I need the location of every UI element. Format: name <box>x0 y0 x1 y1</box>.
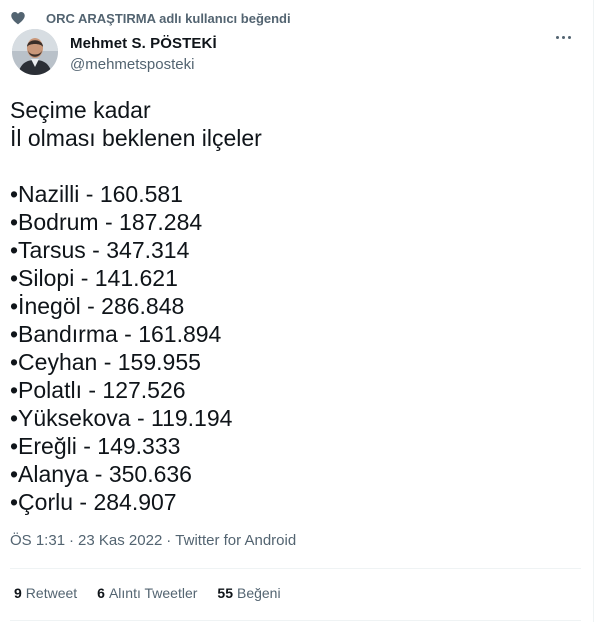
quote-count-link[interactable]: 6 Alıntı Tweetler <box>97 585 197 601</box>
quote-label: Alıntı Tweetler <box>108 585 198 601</box>
tweet-time[interactable]: ÖS 1:31 <box>10 532 65 549</box>
social-context[interactable]: ORC ARAŞTIRMA adlı kullanıcı beğendi <box>10 9 291 27</box>
retweet-count-link[interactable]: 9 Retweet <box>14 585 77 601</box>
like-count-link[interactable]: 55 Beğeni <box>217 585 280 601</box>
tweet-date[interactable]: 23 Kas 2022 <box>78 532 162 549</box>
divider <box>10 568 581 569</box>
heart-icon <box>11 12 25 25</box>
like-count: 55 <box>217 585 233 601</box>
tweet-detail: ORC ARAŞTIRMA adlı kullanıcı beğendi Meh… <box>0 0 594 622</box>
meta-separator: · <box>166 532 172 549</box>
tweet-source[interactable]: Twitter for Android <box>175 532 296 549</box>
avatar[interactable] <box>12 29 58 75</box>
social-context-text: ORC ARAŞTIRMA adlı kullanıcı beğendi <box>46 10 291 26</box>
tweet-text: Seçime kadar İl olması beklenen ilçeler … <box>10 97 262 515</box>
author-name[interactable]: Mehmet S. PÖSTEKİ <box>70 35 217 52</box>
more-options-icon[interactable] <box>556 36 571 39</box>
engagement-stats: 9 Retweet 6 Alıntı Tweetler 55 Beğeni <box>14 585 301 601</box>
author-handle[interactable]: @mehmetsposteki <box>70 56 194 73</box>
divider <box>10 620 581 621</box>
meta-separator: · <box>69 532 75 549</box>
quote-count: 6 <box>97 585 105 601</box>
tweet-meta: ÖS 1:31 · 23 Kas 2022 · Twitter for Andr… <box>10 532 296 549</box>
like-label: Beğeni <box>236 585 281 601</box>
retweet-count: 9 <box>14 585 22 601</box>
retweet-label: Retweet <box>25 585 78 601</box>
